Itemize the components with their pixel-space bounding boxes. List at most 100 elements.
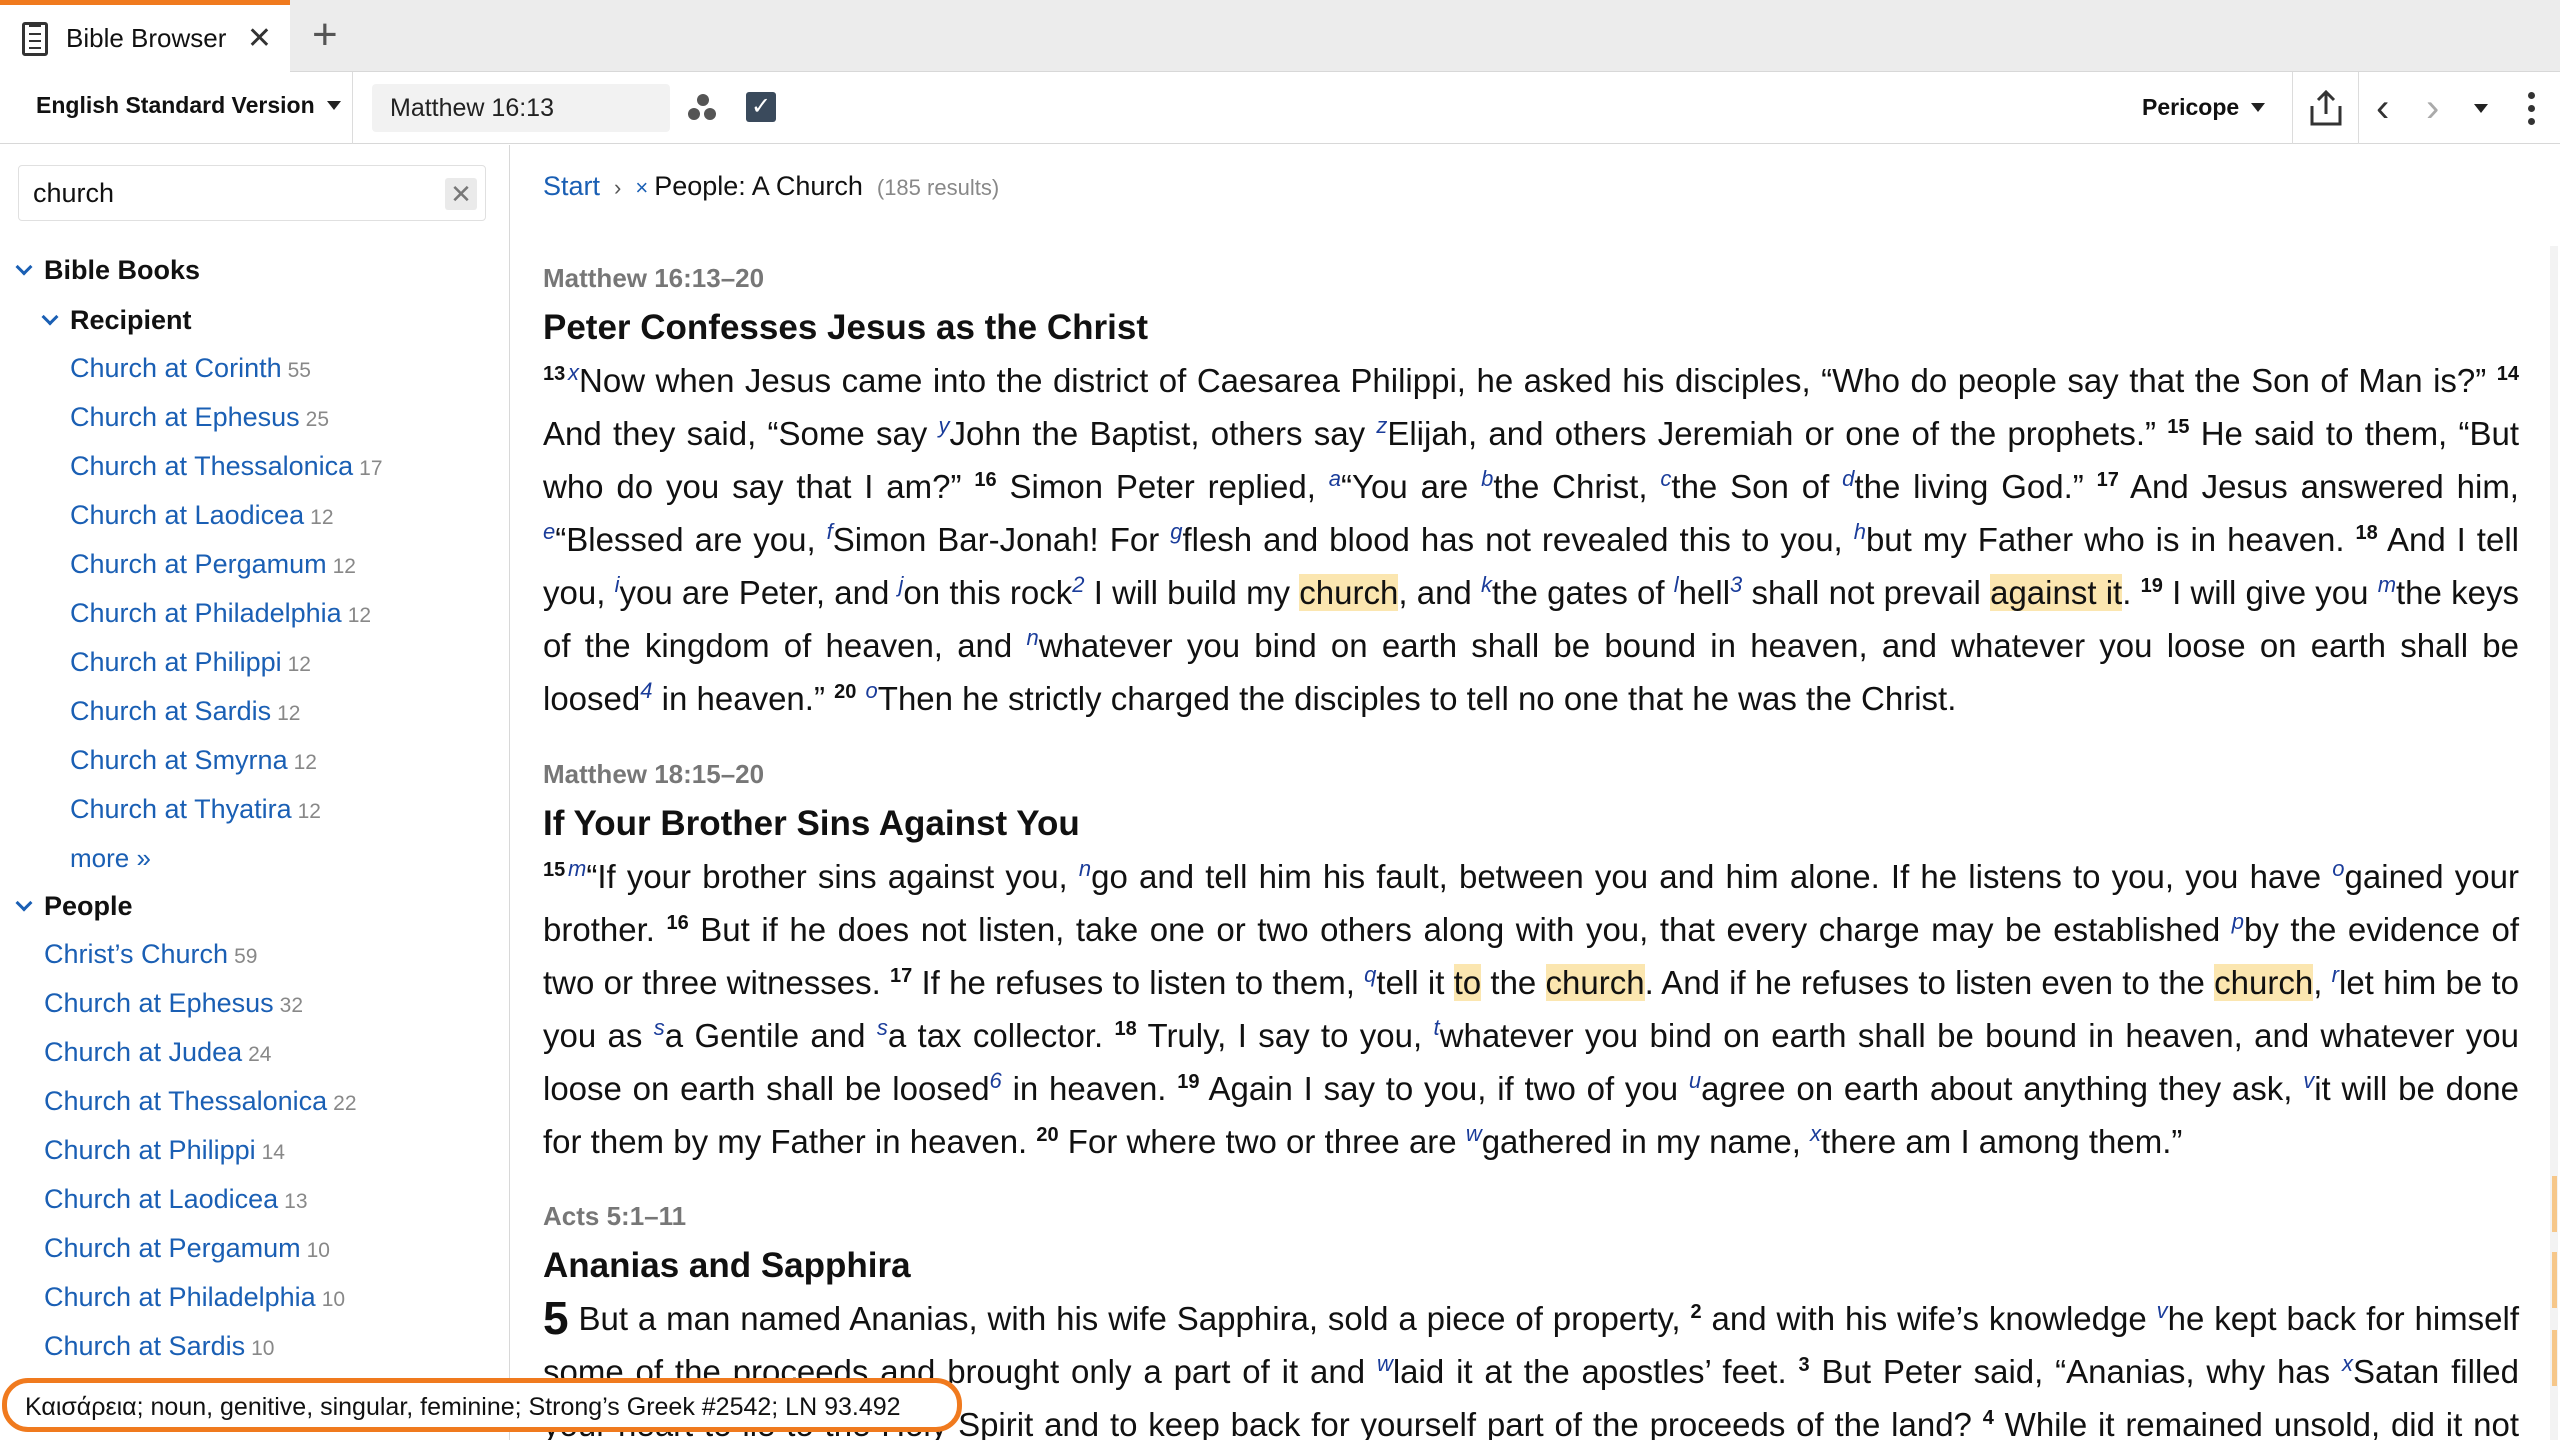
- facet-item-count: 12: [347, 604, 372, 627]
- facet-item-label: Church at Philadelphia: [44, 1282, 316, 1312]
- tab-label: Bible Browser: [66, 23, 227, 53]
- facet-item-label: Church at Thyatira: [70, 794, 292, 824]
- pericope-dropdown[interactable]: Pericope: [2142, 94, 2266, 121]
- chevron-down-icon: [15, 258, 33, 276]
- facet-item-label: Church at Corinth: [70, 353, 282, 383]
- facet-item-count: 59: [234, 945, 258, 968]
- forward-icon[interactable]: ›: [2426, 86, 2439, 131]
- tab-bible-browser[interactable]: Bible Browser ✕: [0, 0, 290, 72]
- facet-item-label: Church at Judea: [44, 1037, 243, 1067]
- facet-item-count: 14: [261, 1141, 285, 1164]
- chevron-down-icon: [2251, 103, 2266, 112]
- remove-filter-icon[interactable]: ×: [635, 175, 648, 201]
- facet-item[interactable]: Church at Laodicea 13: [44, 1176, 509, 1225]
- facet-item-label: Christ’s Church: [44, 939, 229, 969]
- facet-item-count: 10: [251, 1337, 275, 1360]
- chevron-down-icon: [326, 101, 341, 110]
- search-input[interactable]: [19, 166, 419, 220]
- close-icon[interactable]: ✕: [247, 21, 272, 56]
- back-icon[interactable]: ‹: [2376, 86, 2389, 131]
- passage-title: If Your Brother Sins Against You: [543, 804, 1080, 843]
- section-label: People: [44, 890, 133, 921]
- recipient-list: Church at Corinth 55 Church at Ephesus 25 Ch…: [0, 345, 509, 835]
- facet-item-label: Church at Ephesus: [70, 402, 300, 432]
- facet-item[interactable]: Church at Judea 24: [44, 1029, 509, 1078]
- facet-item-label: Church at Sardis: [44, 1331, 246, 1361]
- share-icon[interactable]: [2308, 88, 2344, 128]
- facet-item[interactable]: Church at Philippi 12: [70, 639, 509, 688]
- scrollbar-marker: [2552, 1252, 2557, 1308]
- section-label: Recipient: [70, 304, 192, 335]
- passage-reference[interactable]: Matthew 16:13–20: [543, 263, 2519, 294]
- passage-title: Peter Confesses Jesus as the Christ: [543, 308, 1148, 347]
- clear-search-icon[interactable]: ✕: [445, 178, 477, 210]
- passage-reference[interactable]: Acts 5:1–11: [543, 1201, 2519, 1232]
- facet-item-label: Church at Ephesus: [44, 988, 274, 1018]
- facet-item[interactable]: Church at Philadelphia 10: [44, 1274, 509, 1323]
- document-icon: [22, 21, 48, 56]
- breadcrumb-current: People: A Church: [654, 171, 863, 201]
- facet-item[interactable]: Church at Pergamum 12: [70, 541, 509, 590]
- facet-item[interactable]: Church at Ephesus 25: [70, 394, 509, 443]
- facet-item-count: 24: [248, 1043, 272, 1066]
- version-label: English Standard Version: [36, 92, 315, 118]
- more-options-icon[interactable]: [2528, 92, 2536, 126]
- facet-item-count: 55: [287, 359, 311, 382]
- scrollbar-marker: [2552, 1176, 2557, 1232]
- facet-item-count: 10: [321, 1288, 346, 1311]
- facet-item[interactable]: Church at Laodicea 12: [70, 492, 509, 541]
- facet-item-label: Church at Philadelphia: [70, 598, 342, 628]
- main-content: Start › × People: A Church (185 results)…: [511, 145, 2560, 1440]
- facet-item-label: Church at Thessalonica: [44, 1086, 328, 1116]
- history-dropdown-icon[interactable]: [2474, 104, 2488, 113]
- passage: Matthew 18:15–20 If Your Brother Sins Ag…: [543, 759, 2519, 1168]
- version-dropdown[interactable]: English Standard Version: [36, 92, 341, 119]
- facet-item[interactable]: Church at Sardis 12: [70, 688, 509, 737]
- facet-item-label: Church at Sardis: [70, 696, 272, 726]
- divider: [2358, 72, 2359, 144]
- divider: [2292, 72, 2293, 144]
- people-list: Christ’s Church 59 Church at Ephesus 32 Chur…: [0, 931, 509, 1421]
- facet-item-count: 10: [306, 1239, 330, 1262]
- tab-bar: Bible Browser ✕ +: [0, 0, 2560, 72]
- more-link[interactable]: more »: [0, 835, 509, 881]
- passage-reference[interactable]: Matthew 18:15–20: [543, 759, 2519, 790]
- facet-item[interactable]: Church at Philippi 14: [44, 1127, 509, 1176]
- search-box: ✕: [18, 165, 486, 221]
- breadcrumb-start[interactable]: Start: [543, 171, 600, 202]
- facet-item-label: Church at Laodicea: [70, 500, 305, 530]
- facet-item-count: 13: [284, 1190, 308, 1213]
- section-people[interactable]: People: [0, 881, 509, 931]
- facet-item-count: 22: [333, 1092, 357, 1115]
- chevron-down-icon: [15, 894, 33, 912]
- passage-title: Ananias and Sapphira: [543, 1246, 911, 1285]
- facet-item-count: 25: [305, 408, 329, 431]
- visual-filter-icon[interactable]: [688, 94, 718, 122]
- section-recipient[interactable]: Recipient: [0, 295, 509, 345]
- facet-item[interactable]: Church at Ephesus 32: [44, 980, 509, 1029]
- facet-item[interactable]: Church at Thessalonica 17: [70, 443, 509, 492]
- breadcrumb-separator: ›: [614, 175, 622, 200]
- facet-item-label: Church at Pergamum: [70, 549, 327, 579]
- reference-input[interactable]: Matthew 16:13: [372, 84, 670, 132]
- facet-item-label: Church at Philippi: [44, 1135, 256, 1165]
- facet-item[interactable]: Church at Smyrna 12: [70, 737, 509, 786]
- facet-item-label: Church at Philippi: [70, 647, 282, 677]
- status-bar: Καισάρεια; noun, genitive, singular, fem…: [2, 1378, 962, 1432]
- facet-item[interactable]: Church at Corinth 55: [70, 345, 509, 394]
- facet-item-count: 17: [359, 457, 383, 480]
- facet-item[interactable]: Christ’s Church 59: [44, 931, 509, 980]
- chevron-down-icon: [41, 308, 59, 326]
- facet-item-label: Church at Laodicea: [44, 1184, 279, 1214]
- facet-item-label: Church at Thessalonica: [70, 451, 354, 481]
- facet-item[interactable]: Church at Philadelphia 12: [70, 590, 509, 639]
- facet-item[interactable]: Church at Thessalonica 22: [44, 1078, 509, 1127]
- facet-item[interactable]: Church at Thyatira 12: [70, 786, 509, 835]
- toolbar: English Standard Version Matthew 16:13 ✓…: [0, 72, 2560, 144]
- add-tab-icon[interactable]: +: [312, 10, 338, 60]
- facet-item[interactable]: Church at Pergamum 10: [44, 1225, 509, 1274]
- passage-text: 13 xNow when Jesus came into the distric…: [543, 360, 2519, 718]
- checklist-icon[interactable]: ✓: [746, 92, 776, 122]
- facet-item[interactable]: Church at Sardis 10: [44, 1323, 509, 1372]
- section-bible-books[interactable]: Bible Books: [0, 245, 509, 295]
